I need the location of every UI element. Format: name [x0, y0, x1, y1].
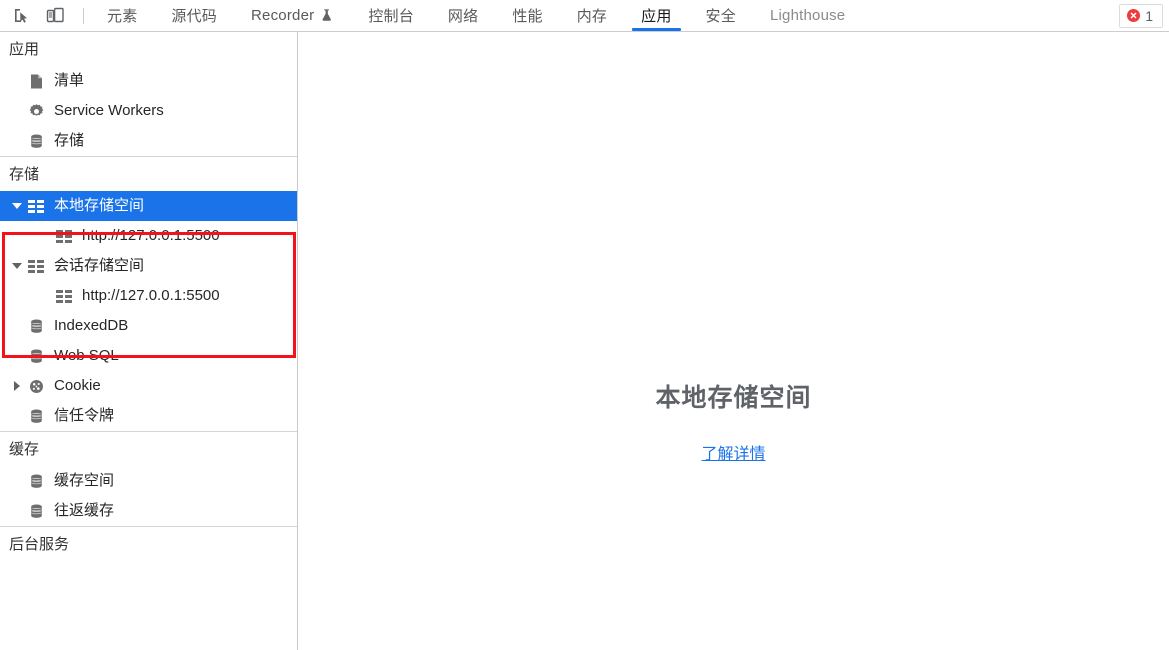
sidebar-item-web-sql[interactable]: Web SQL [0, 341, 297, 371]
sidebar-item-label: Cookie [54, 377, 101, 394]
tab-label: Lighthouse [769, 7, 846, 24]
sidebar-item-label: 缓存空间 [54, 472, 115, 489]
sidebar-item-label: 往返缓存 [54, 502, 115, 519]
tab-label: 应用 [641, 8, 672, 25]
tab-security[interactable]: 安全 [689, 0, 753, 31]
sidebar-item-cache-storage[interactable]: 缓存空间 [0, 466, 297, 496]
tab-label: 网络 [447, 8, 479, 25]
close-x-glyph [1130, 12, 1137, 19]
sidebar-item-label: Service Workers [54, 102, 164, 119]
tab-label: 控制台 [368, 8, 414, 25]
devtools-toolbar: 元素 源代码 Recorder 控制台 网络 性能 内存 应用 安全 Lighthouse 1 [0, 0, 1169, 32]
tab-recorder[interactable]: Recorder [234, 0, 351, 31]
document-icon [26, 72, 46, 90]
sidebar-item-label: 清单 [54, 72, 85, 89]
devtools-window: 元素 源代码 Recorder 控制台 网络 性能 内存 应用 安全 Lighthouse 1 应… [0, 0, 1169, 650]
sidebar-item-storage[interactable]: 存储 [0, 126, 297, 156]
sidebar-section-application: 应用 清单 Service Workers 存储 [0, 32, 297, 156]
error-count-label: 1 [1145, 7, 1153, 24]
sidebar-item-local-storage-origin[interactable]: http://127.0.0.1:5500 [0, 221, 297, 251]
tab-label: 元素 [107, 8, 138, 25]
tab-application[interactable]: 应用 [624, 0, 688, 31]
sidebar-item-label: IndexedDB [54, 317, 129, 334]
empty-state-view: 本地存储空间 了解详情 [655, 378, 811, 464]
sidebar-item-label: 信任令牌 [54, 407, 115, 424]
database-icon [26, 472, 46, 490]
tab-label: Recorder [251, 7, 315, 24]
sidebar-item-label: 本地存储空间 [54, 197, 145, 214]
learn-more-link[interactable]: 了解详情 [701, 440, 765, 464]
sidebar-section-title: 缓存 [9, 441, 40, 458]
error-circle-icon [1127, 9, 1141, 22]
chevron-down-icon[interactable] [10, 203, 24, 209]
tab-memory[interactable]: 内存 [560, 0, 624, 31]
sidebar-section-title: 存储 [9, 166, 40, 183]
sidebar-section-background-services: 后台服务 [0, 526, 297, 561]
flask-icon [319, 7, 334, 25]
sidebar-item-session-storage[interactable]: 会话存储空间 [0, 251, 297, 281]
sidebar-item-trust-tokens[interactable]: 信任令牌 [0, 401, 297, 431]
toggle-device-toolbar-button[interactable] [41, 3, 69, 29]
sidebar-item-label: Web SQL [54, 347, 119, 364]
database-icon [26, 502, 46, 520]
tab-label: 性能 [512, 8, 543, 25]
toolbar-icon-group [0, 0, 90, 31]
sidebar-item-indexeddb[interactable]: IndexedDB [0, 311, 297, 341]
inspect-cursor-icon [14, 9, 27, 23]
tab-network[interactable]: 网络 [431, 0, 495, 31]
sidebar-section-title: 应用 [9, 41, 40, 58]
sidebar-item-local-storage[interactable]: 本地存储空间 [0, 191, 297, 221]
sidebar-item-label: 存储 [54, 132, 85, 149]
sidebar-item-service-workers[interactable]: Service Workers [0, 96, 297, 126]
sidebar-item-label: http://127.0.0.1:5500 [82, 287, 220, 304]
sidebar-item-cookies[interactable]: Cookie [0, 371, 297, 401]
devtools-body: 应用 清单 Service Workers 存储 存储 本地存储空间 http://127.… [0, 32, 1169, 650]
sidebar-item-label: 会话存储空间 [54, 257, 145, 274]
table-icon [26, 257, 46, 275]
tab-console[interactable]: 控制台 [351, 0, 431, 31]
database-icon [26, 132, 46, 150]
table-icon [54, 287, 74, 305]
application-sidebar[interactable]: 应用 清单 Service Workers 存储 存储 本地存储空间 http://127.… [0, 32, 298, 650]
inspect-element-button[interactable] [7, 3, 35, 29]
tab-elements[interactable]: 元素 [90, 0, 154, 31]
database-icon [26, 407, 46, 425]
chevron-right-icon[interactable] [10, 381, 24, 391]
database-icon [26, 347, 46, 365]
tab-sources[interactable]: 源代码 [154, 0, 234, 31]
table-icon [54, 227, 74, 245]
database-icon [26, 317, 46, 335]
sidebar-item-back-forward-cache[interactable]: 往返缓存 [0, 496, 297, 526]
application-main-panel: 本地存储空间 了解详情 [298, 32, 1169, 650]
sidebar-section-title: 后台服务 [9, 536, 70, 553]
empty-state-title: 本地存储空间 [655, 384, 812, 412]
sidebar-item-label: http://127.0.0.1:5500 [82, 227, 220, 244]
gear-icon [26, 102, 46, 120]
device-toolbar-icon [46, 7, 64, 23]
sidebar-item-session-storage-origin[interactable]: http://127.0.0.1:5500 [0, 281, 297, 311]
tab-label: 源代码 [171, 8, 218, 25]
table-icon [26, 197, 46, 215]
toolbar-separator [83, 7, 84, 24]
devtools-tab-bar: 元素 源代码 Recorder 控制台 网络 性能 内存 应用 安全 Lighthouse [90, 0, 1119, 31]
tab-label: 安全 [705, 8, 736, 25]
cookie-icon [26, 377, 46, 395]
sidebar-section-cache: 缓存 缓存空间往返缓存 [0, 431, 297, 526]
tab-performance[interactable]: 性能 [495, 0, 559, 31]
sidebar-section-storage: 存储 本地存储空间 http://127.0.0.1:5500 会话存储空间 http:… [0, 156, 297, 431]
tab-lighthouse[interactable]: Lighthouse [753, 0, 862, 31]
chevron-down-icon[interactable] [10, 263, 24, 269]
tab-label: 内存 [576, 8, 608, 25]
error-count-badge[interactable]: 1 [1119, 3, 1163, 28]
sidebar-item-manifest[interactable]: 清单 [0, 66, 297, 96]
